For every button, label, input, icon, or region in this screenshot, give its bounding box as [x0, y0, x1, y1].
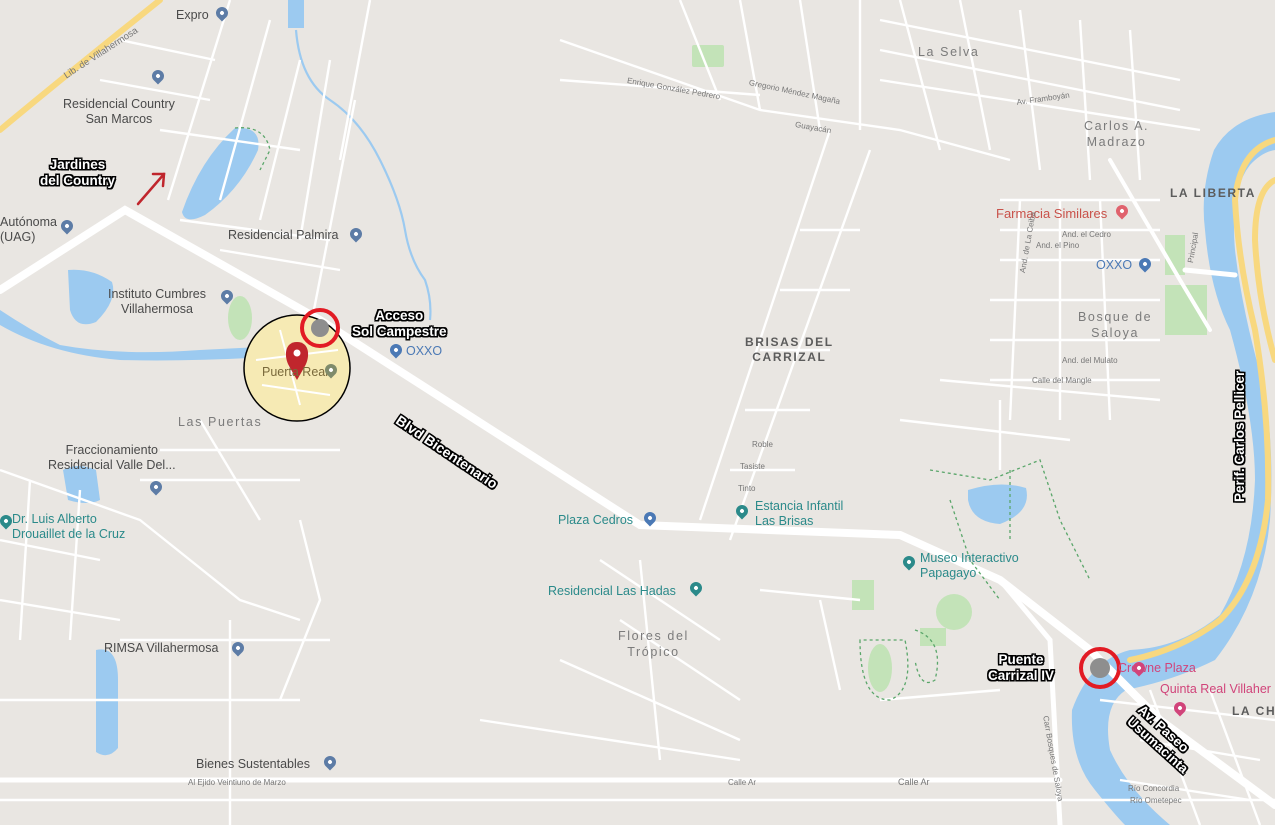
poi-farmacia[interactable]: Farmacia Similares — [996, 206, 1107, 221]
poi-rimsa[interactable]: RIMSA Villahermosa — [104, 641, 218, 656]
poi-oxxo-right[interactable]: OXXO — [1096, 258, 1132, 273]
area-carlos: Carlos A. Madrazo — [1084, 119, 1150, 149]
poi-residencial-palmira[interactable]: Residencial Palmira — [228, 228, 338, 243]
area-las-puertas: Las Puertas — [178, 415, 263, 429]
poi-crowne[interactable]: Crowne Plaza — [1118, 661, 1196, 675]
poi-quinta-real[interactable]: Quinta Real Villaher — [1160, 682, 1271, 696]
area-bosque: Bosque de Saloya — [1078, 310, 1153, 340]
poi-expro[interactable]: Expro — [176, 8, 209, 23]
street-el-cedro: And. el Cedro — [1062, 230, 1111, 239]
acceso-callout: Acceso Sol Campestre — [352, 308, 447, 339]
street-ejido: Al Ejido Veintiuno de Marzo — [188, 778, 286, 787]
area-la-selva: La Selva — [918, 45, 980, 59]
street-el-pino: And. el Pino — [1036, 241, 1080, 250]
area-flores: Flores del Trópico — [618, 629, 689, 659]
street-tasiste: Tasiste — [740, 462, 765, 471]
poi-estancia[interactable]: Estancia Infantil Las Brisas — [755, 499, 843, 529]
street-rio-concordia: Río Concordia — [1128, 784, 1180, 793]
poi-residencial-hadas[interactable]: Residencial Las Hadas — [548, 584, 676, 599]
street-roble: Roble — [752, 440, 773, 449]
arrow-icon — [136, 172, 166, 206]
area-la-ch: LA CH — [1232, 704, 1275, 718]
poi-dr-luis[interactable]: Dr. Luis Alberto Drouaillet de la Cruz — [12, 512, 125, 542]
street-tinto: Tinto — [738, 484, 756, 493]
poi-autonoma[interactable]: Autónoma (UAG) — [0, 215, 57, 245]
street-calle-ar-1: Calle Ar — [728, 778, 757, 787]
puente-callout: Puente Carrizal IV — [988, 652, 1055, 683]
poi-museo[interactable]: Museo Interactivo Papagayo — [920, 551, 1019, 581]
poi-oxxo-left[interactable]: OXXO — [406, 344, 442, 359]
area-brisas: BRISAS DEL CARRIZAL — [745, 335, 834, 364]
poi-instituto[interactable]: Instituto Cumbres Villahermosa — [108, 287, 206, 317]
street-rio-ometepec: Río Ometepec — [1130, 796, 1182, 805]
poi-puerta-real[interactable]: Puerta Real — [262, 365, 328, 380]
poi-residencial-country[interactable]: Residencial Country San Marcos — [63, 97, 175, 127]
poi-bienes[interactable]: Bienes Sustentables — [196, 757, 310, 772]
jardines-callout: Jardines del Country — [40, 157, 116, 188]
map-canvas[interactable]: Jardines del Country Acceso Sol Campestr… — [0, 0, 1275, 825]
street-calle-ar-2: Calle Ar — [898, 777, 930, 787]
poi-fraccionamiento[interactable]: Fraccionamiento Residencial Valle Del... — [48, 443, 176, 473]
area-libertad: LA LIBERTA — [1170, 186, 1256, 200]
street-mulato: And. del Mulato — [1062, 356, 1118, 365]
periferico-callout: Perif. Carlos Pellicer — [1232, 370, 1247, 502]
street-mangle: Calle del Mangle — [1032, 376, 1092, 385]
poi-plaza-cedros[interactable]: Plaza Cedros — [558, 513, 633, 528]
